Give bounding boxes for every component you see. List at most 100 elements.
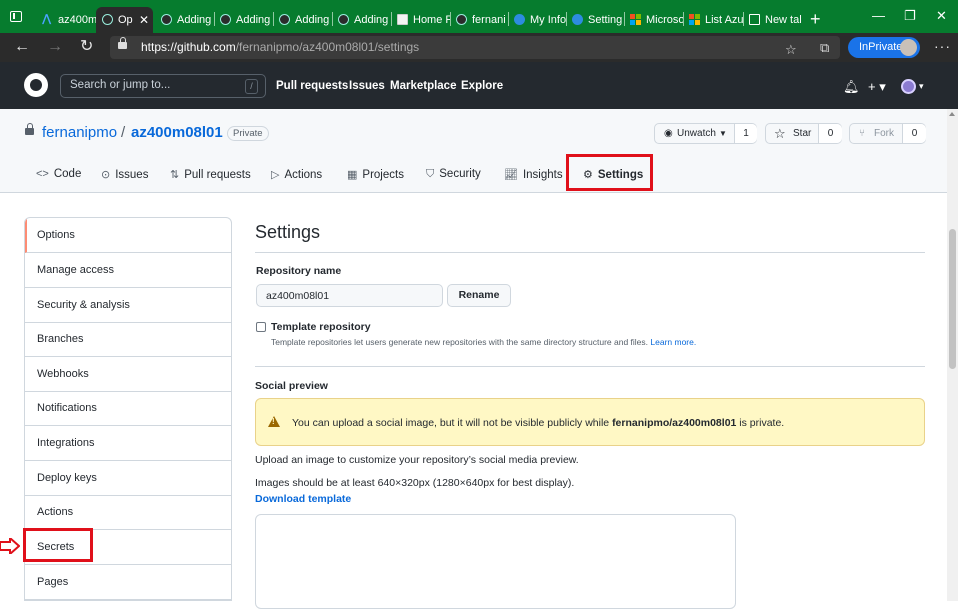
tab-code[interactable]: <> Code	[36, 168, 81, 180]
tab-title: Adding	[295, 14, 330, 26]
code-icon: <>	[36, 168, 49, 180]
inprivate-button[interactable]: InPrivate	[848, 37, 920, 58]
minimize-icon[interactable]: —	[872, 8, 885, 23]
new-tab-button[interactable]: +	[810, 7, 821, 31]
user-avatar[interactable]	[901, 79, 916, 94]
sidebar-item-options[interactable]: Options	[25, 218, 231, 253]
sidebar-item-integrations[interactable]: Integrations	[25, 426, 231, 461]
more-icon[interactable]: ···	[934, 38, 951, 54]
tab-insights[interactable]: 📈︎ Insights	[504, 168, 563, 181]
search-placeholder: Search or jump to...	[70, 79, 171, 91]
repo-name-link[interactable]: az400m08l01	[131, 124, 223, 141]
github-logo-icon[interactable]	[24, 73, 48, 97]
tab-title: My Info	[530, 14, 566, 26]
tab-title: fernani	[472, 14, 506, 26]
tab-title: Adding	[236, 14, 271, 26]
rename-button[interactable]: Rename	[447, 284, 511, 307]
close-window-icon[interactable]: ✕	[936, 8, 947, 24]
tab-projects[interactable]: ▦ Projects	[347, 168, 404, 181]
star-label: Star	[793, 128, 812, 139]
secrets-highlight-box	[23, 528, 93, 562]
shield-icon: ⛉	[426, 168, 435, 180]
repo-owner-link[interactable]: fernanipmo	[42, 124, 117, 141]
fork-icon: ⑂	[859, 128, 865, 139]
favorites-add-icon[interactable]: ☆	[785, 42, 797, 58]
azure-devops-icon: ⋀	[42, 13, 52, 25]
bell-icon[interactable]: 🔔︎	[843, 79, 860, 95]
tab-title: Home F	[413, 14, 450, 26]
close-tab-icon[interactable]: ✕	[139, 7, 149, 33]
github-icon	[456, 14, 467, 25]
inprivate-label: InPrivate	[859, 41, 903, 53]
sidebar-item-webhooks[interactable]: Webhooks	[25, 357, 231, 392]
warning-message: You can upload a social image, but it wi…	[292, 417, 785, 429]
learn-more-link[interactable]: Learn more.	[650, 337, 696, 347]
url-text[interactable]: https://github.com/fernanipmo/az400m08l0…	[141, 40, 419, 54]
tab-issues[interactable]: ⊙ Issues	[101, 168, 148, 181]
refresh-icon[interactable]: ↻	[80, 38, 93, 56]
browser-tab-active[interactable]: Op ✕	[96, 7, 153, 33]
browser-tab[interactable]: New tal	[743, 7, 801, 33]
repo-name-input[interactable]: az400m08l01	[256, 284, 443, 307]
repo-name-label: Repository name	[256, 265, 342, 277]
tab-pull-requests[interactable]: ⇅ Pull requests	[170, 168, 251, 181]
github-icon	[220, 14, 231, 25]
nav-explore[interactable]: Explore	[461, 80, 503, 92]
back-icon[interactable]: ←	[14, 38, 30, 56]
tab-title: Op	[118, 14, 133, 26]
forward-icon[interactable]: →	[47, 38, 63, 56]
star-count[interactable]: 0	[818, 124, 842, 143]
browser-tab[interactable]: Microso	[624, 7, 683, 33]
page-icon	[397, 14, 408, 25]
sidebar-item-security-analysis[interactable]: Security & analysis	[25, 288, 231, 323]
browser-tab[interactable]: Adding	[332, 7, 391, 33]
fork-button[interactable]: ⑂ Fork 0	[849, 123, 926, 144]
browser-tab[interactable]: ⋀ az400m	[36, 7, 96, 33]
browser-tab[interactable]: Adding	[214, 7, 273, 33]
restore-icon[interactable]: ❐	[904, 8, 916, 24]
tab-title: List Azu	[705, 14, 743, 26]
download-template-link[interactable]: Download template	[255, 493, 351, 505]
browser-tab[interactable]: Home F	[391, 7, 450, 33]
sidebar-item-actions[interactable]: Actions	[25, 495, 231, 530]
browser-tab[interactable]: Adding	[155, 7, 214, 33]
sidebar-item-pages[interactable]: Pages	[25, 565, 231, 600]
sidebar-item-manage-access[interactable]: Manage access	[25, 253, 231, 288]
search-shortcut-key: /	[245, 79, 258, 94]
sidebar-item-deploy-keys[interactable]: Deploy keys	[25, 461, 231, 496]
unwatch-button[interactable]: ◉ Unwatch ▼ 1	[654, 123, 757, 144]
browser-tab[interactable]: List Azu	[683, 7, 743, 33]
sidebar-item-notifications[interactable]: Notifications	[25, 391, 231, 426]
tab-title: Microso	[646, 14, 683, 26]
nav-pull-requests[interactable]: Pull requests	[276, 80, 348, 92]
scrollbar-thumb[interactable]	[949, 229, 956, 369]
browser-tab[interactable]: Setting	[566, 7, 624, 33]
sidebar-item-branches[interactable]: Branches	[25, 322, 231, 357]
address-bar: ← → ↻ https://github.com/fernanipmo/az40…	[0, 33, 958, 62]
browser-tab[interactable]: Adding	[273, 7, 332, 33]
nav-marketplace[interactable]: Marketplace	[390, 80, 456, 92]
collections-icon[interactable]: ⧉	[820, 40, 829, 56]
page-scrollbar[interactable]	[947, 109, 958, 601]
browser-tab[interactable]: My Info	[508, 7, 566, 33]
scroll-up-icon[interactable]	[949, 112, 955, 116]
tab-security[interactable]: ⛉ Security	[426, 168, 481, 181]
watch-count[interactable]: 1	[734, 124, 757, 143]
page-title: Settings	[255, 222, 321, 242]
star-button[interactable]: ☆ Star 0	[765, 123, 842, 144]
lock-icon[interactable]	[118, 37, 127, 49]
tab-actions-icon[interactable]	[10, 11, 22, 22]
create-new-icon[interactable]: + ▾	[868, 79, 886, 95]
chevron-down-icon[interactable]: ▾	[919, 81, 924, 92]
template-repository-label[interactable]: Template repository	[271, 321, 371, 333]
fork-count[interactable]: 0	[902, 124, 926, 143]
browser-tab[interactable]: fernani	[450, 7, 508, 33]
search-input[interactable]: Search or jump to... /	[60, 74, 266, 98]
tab-actions[interactable]: ▷ Actions	[271, 168, 322, 181]
graph-icon: 📈︎	[504, 169, 518, 181]
social-image-dropzone[interactable]	[255, 514, 736, 609]
url-field[interactable]: https://github.com/fernanipmo/az400m08l0…	[110, 36, 840, 59]
template-repository-checkbox[interactable]	[256, 322, 266, 332]
nav-issues[interactable]: Issues	[349, 80, 385, 92]
tab-title: Setting	[588, 14, 623, 26]
